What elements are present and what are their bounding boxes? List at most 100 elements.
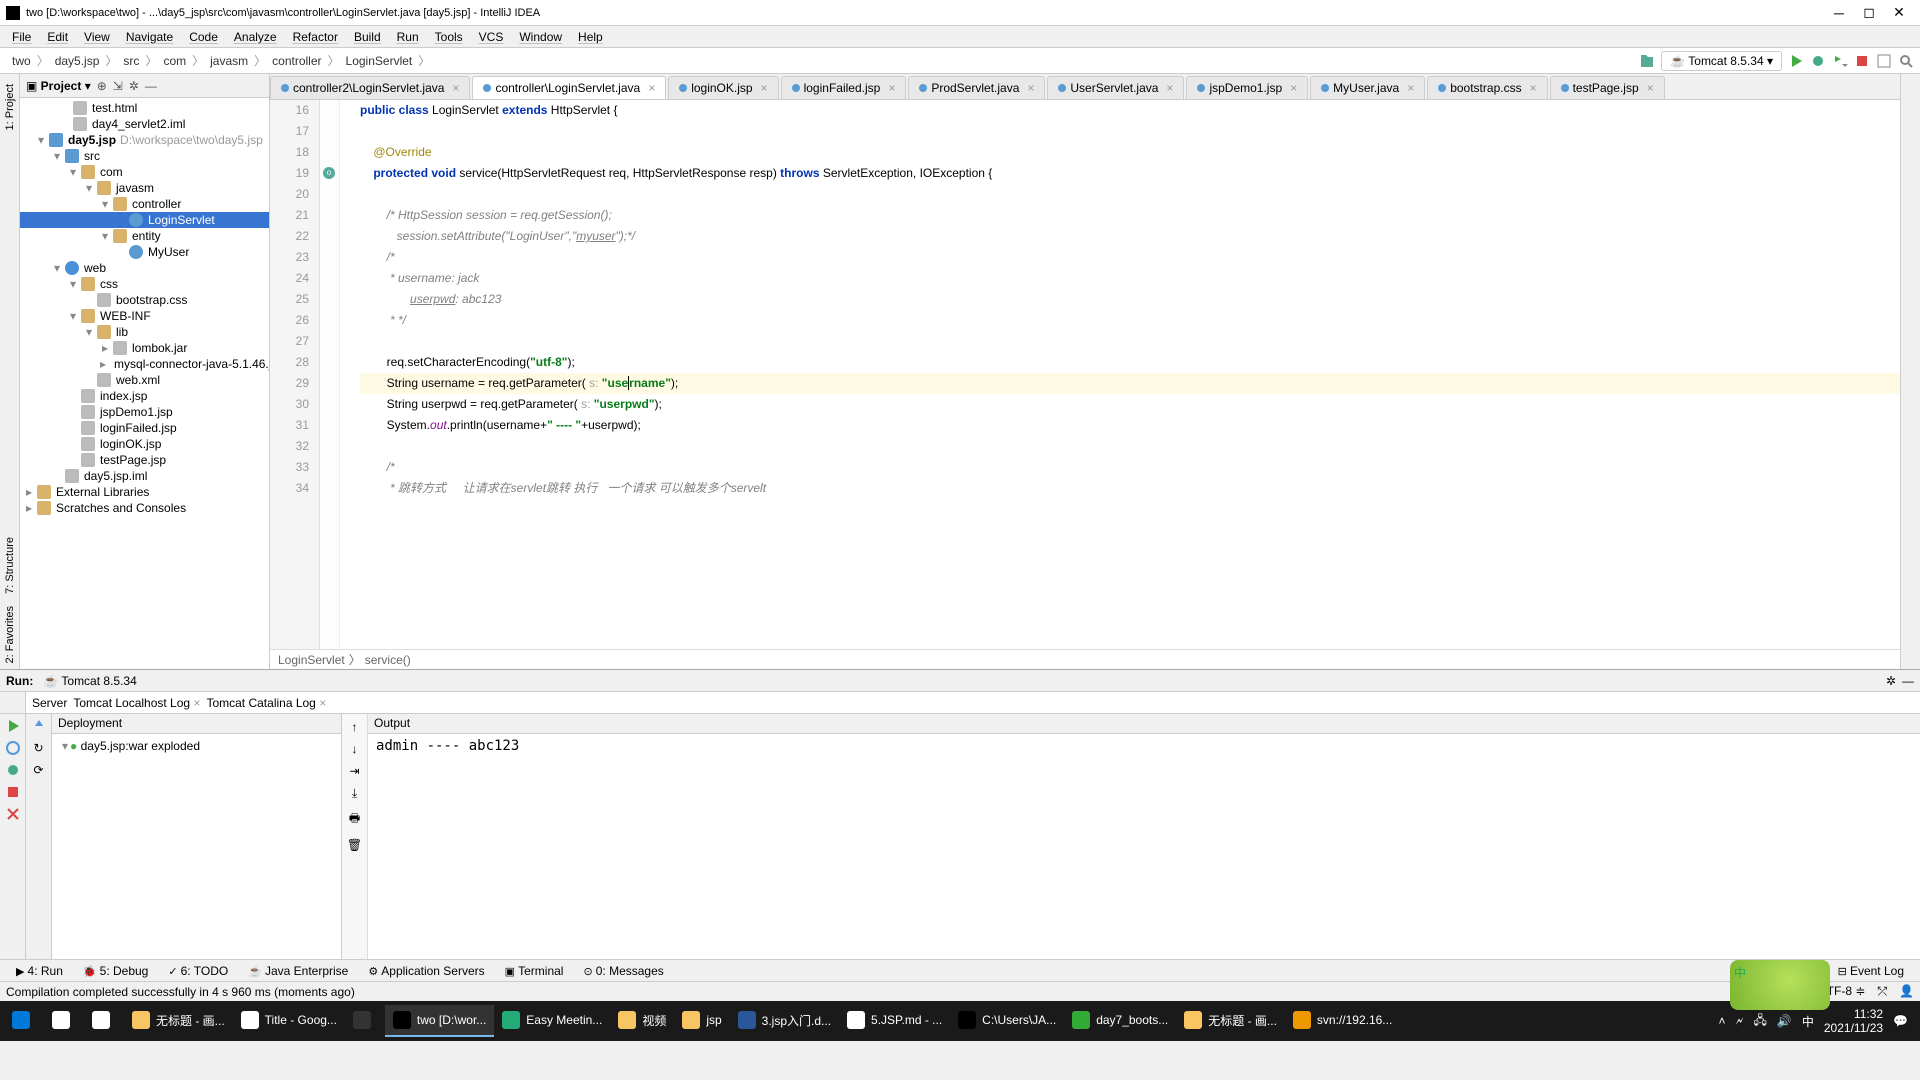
tree-folder[interactable]: ▾WEB-INF <box>20 308 269 324</box>
taskbar-item[interactable] <box>345 1005 385 1037</box>
tray-power-icon[interactable]: 🗲 <box>1736 1014 1744 1029</box>
eventlog-tool-tab[interactable]: ⊟ Event Log <box>1828 962 1914 980</box>
breadcrumb-module[interactable]: day5.jsp <box>49 52 106 70</box>
deployment-item[interactable]: ▾● day5.jsp:war exploded <box>56 738 337 754</box>
taskbar-item[interactable]: 3.jsp入门.d... <box>730 1005 839 1037</box>
tree-class-selected[interactable]: LoginServlet <box>20 212 269 228</box>
taskbar-item[interactable]: Title - Goog... <box>233 1005 345 1037</box>
stop-run-icon[interactable] <box>5 784 21 800</box>
breadcrumb-src[interactable]: src <box>117 52 145 70</box>
exit-icon[interactable] <box>5 806 21 822</box>
tree-scratches[interactable]: ▸Scratches and Consoles <box>20 500 269 516</box>
tool-project-tab[interactable]: 1: Project <box>4 78 16 136</box>
log-tab[interactable]: Tomcat Localhost Log × <box>73 696 200 710</box>
tree-src[interactable]: ▾src <box>20 148 269 164</box>
code-content[interactable]: public class LoginServlet extends HttpSe… <box>340 100 1900 649</box>
breadcrumb-pkg1[interactable]: com <box>157 52 192 70</box>
menu-code[interactable]: Code <box>181 28 226 46</box>
project-view-dropdown[interactable]: ▣ Project ▾ <box>26 79 91 93</box>
tray-notifications-icon[interactable]: 💬 <box>1893 1014 1908 1028</box>
menu-tools[interactable]: Tools <box>427 28 471 46</box>
terminal-tool-tab[interactable]: ▣ Terminal <box>495 962 574 980</box>
system-tray[interactable]: ˄ 🗲 🖧 🔊 中 11:32 2021/11/23 💬 <box>1719 1007 1917 1035</box>
run-config-selector[interactable]: ☕ Tomcat 8.5.34 ▾ <box>1661 51 1782 71</box>
undeploy-icon[interactable]: ↻ <box>31 740 47 756</box>
menu-view[interactable]: View <box>76 28 118 46</box>
close-button[interactable]: ✕ <box>1884 4 1914 21</box>
taskbar-item[interactable]: 5.JSP.md - ... <box>839 1005 950 1037</box>
taskbar-item[interactable]: 无标题 - 画... <box>1176 1005 1285 1037</box>
tree-file[interactable]: loginFailed.jsp <box>20 420 269 436</box>
menu-file[interactable]: File <box>4 28 39 46</box>
menu-vcs[interactable]: VCS <box>471 28 512 46</box>
run-settings-icon[interactable]: ✲ <box>1886 674 1896 688</box>
settings-icon[interactable]: ✲ <box>129 79 139 93</box>
tree-module[interactable]: ▾day5.jspD:\workspace\two\day5.jsp <box>20 132 269 148</box>
clear-icon[interactable]: 🗑 <box>347 838 362 852</box>
taskbar-item[interactable] <box>44 1005 84 1037</box>
tray-volume-icon[interactable]: 🔊 <box>1777 1014 1792 1028</box>
build-icon[interactable] <box>1639 53 1655 69</box>
menu-build[interactable]: Build <box>346 28 389 46</box>
tree-folder[interactable]: ▾lib <box>20 324 269 340</box>
run-dropdown-icon[interactable] <box>1832 53 1848 69</box>
tray-up-icon[interactable]: ˄ <box>1719 1014 1726 1028</box>
appserver-tool-tab[interactable]: ⚙ Application Servers <box>358 962 494 980</box>
scroll-up-icon[interactable]: ↑ <box>352 720 358 734</box>
run-icon[interactable] <box>1788 53 1804 69</box>
editor-tab[interactable]: MyUser.java× <box>1310 76 1425 99</box>
tool-structure-tab[interactable]: 7: Structure <box>4 531 16 600</box>
menu-edit[interactable]: Edit <box>39 28 76 46</box>
server-tab[interactable]: Server <box>32 696 67 710</box>
run-hide-icon[interactable]: — <box>1902 674 1914 688</box>
rerun-icon[interactable] <box>5 718 21 734</box>
scroll-end-icon[interactable]: ⤓ <box>352 786 357 801</box>
breadcrumb-root[interactable]: two <box>6 52 37 70</box>
inspection-indicator[interactable]: 👤 <box>1899 984 1914 999</box>
menu-analyze[interactable]: Analyze <box>226 28 285 46</box>
tree-folder[interactable]: ▾css <box>20 276 269 292</box>
stop-icon[interactable] <box>1854 53 1870 69</box>
tree-pkg[interactable]: ▾entity <box>20 228 269 244</box>
tree-pkg[interactable]: ▾javasm <box>20 180 269 196</box>
tree-file[interactable]: jspDemo1.jsp <box>20 404 269 420</box>
messages-tool-tab[interactable]: ⊙ 0: Messages <box>573 962 673 980</box>
debug-icon[interactable] <box>1810 53 1826 69</box>
taskbar-item[interactable]: svn://192.16... <box>1285 1005 1400 1037</box>
code-editor[interactable]: 16171819202122232425262728293031323334 o… <box>270 100 1900 649</box>
code-crumb[interactable]: LoginServlet <box>278 653 345 667</box>
taskbar-item[interactable]: two [D:\wor... <box>385 1005 494 1037</box>
tool-favorites-tab[interactable]: 2: Favorites <box>4 600 16 669</box>
soft-wrap-icon[interactable]: ⇥ <box>349 764 359 778</box>
tree-pkg[interactable]: ▾controller <box>20 196 269 212</box>
scroll-down-icon[interactable]: ↓ <box>352 742 358 756</box>
tree-file[interactable]: test.html <box>20 100 269 116</box>
taskbar-item[interactable] <box>84 1005 124 1037</box>
tree-file[interactable]: day5.jsp.iml <box>20 468 269 484</box>
minimize-button[interactable]: ─ <box>1824 5 1854 21</box>
artifact-icon[interactable]: ⟳ <box>31 762 47 778</box>
override-marker-icon[interactable]: o <box>323 167 335 179</box>
line-number-gutter[interactable]: 16171819202122232425262728293031323334 <box>270 100 320 649</box>
editor-tab-active[interactable]: controller\LoginServlet.java× <box>472 76 666 99</box>
console-output[interactable]: admin ---- abc123 <box>368 734 1920 959</box>
taskbar-item[interactable]: day7_boots... <box>1064 1005 1176 1037</box>
menu-run[interactable]: Run <box>389 28 427 46</box>
tree-file[interactable]: web.xml <box>20 372 269 388</box>
log-tab[interactable]: Tomcat Catalina Log × <box>206 696 326 710</box>
locate-icon[interactable]: ⊕ <box>97 79 107 93</box>
open-browser-icon[interactable] <box>5 740 21 756</box>
menu-window[interactable]: Window <box>511 28 570 46</box>
tree-file[interactable]: testPage.jsp <box>20 452 269 468</box>
tray-clock[interactable]: 11:32 2021/11/23 <box>1824 1007 1883 1035</box>
menu-refactor[interactable]: Refactor <box>285 28 346 46</box>
editor-tab[interactable]: UserServlet.java× <box>1047 76 1184 99</box>
breadcrumb-pkg3[interactable]: controller <box>266 52 327 70</box>
tree-file[interactable]: index.jsp <box>20 388 269 404</box>
taskbar-item[interactable]: 视频 <box>610 1005 674 1037</box>
menu-help[interactable]: Help <box>570 28 611 46</box>
taskbar-item[interactable]: C:\Users\JA... <box>950 1005 1064 1037</box>
tree-file[interactable]: day4_servlet2.iml <box>20 116 269 132</box>
jee-tool-tab[interactable]: ☕ Java Enterprise <box>238 962 358 980</box>
print-icon[interactable]: 🖶 <box>349 809 360 830</box>
